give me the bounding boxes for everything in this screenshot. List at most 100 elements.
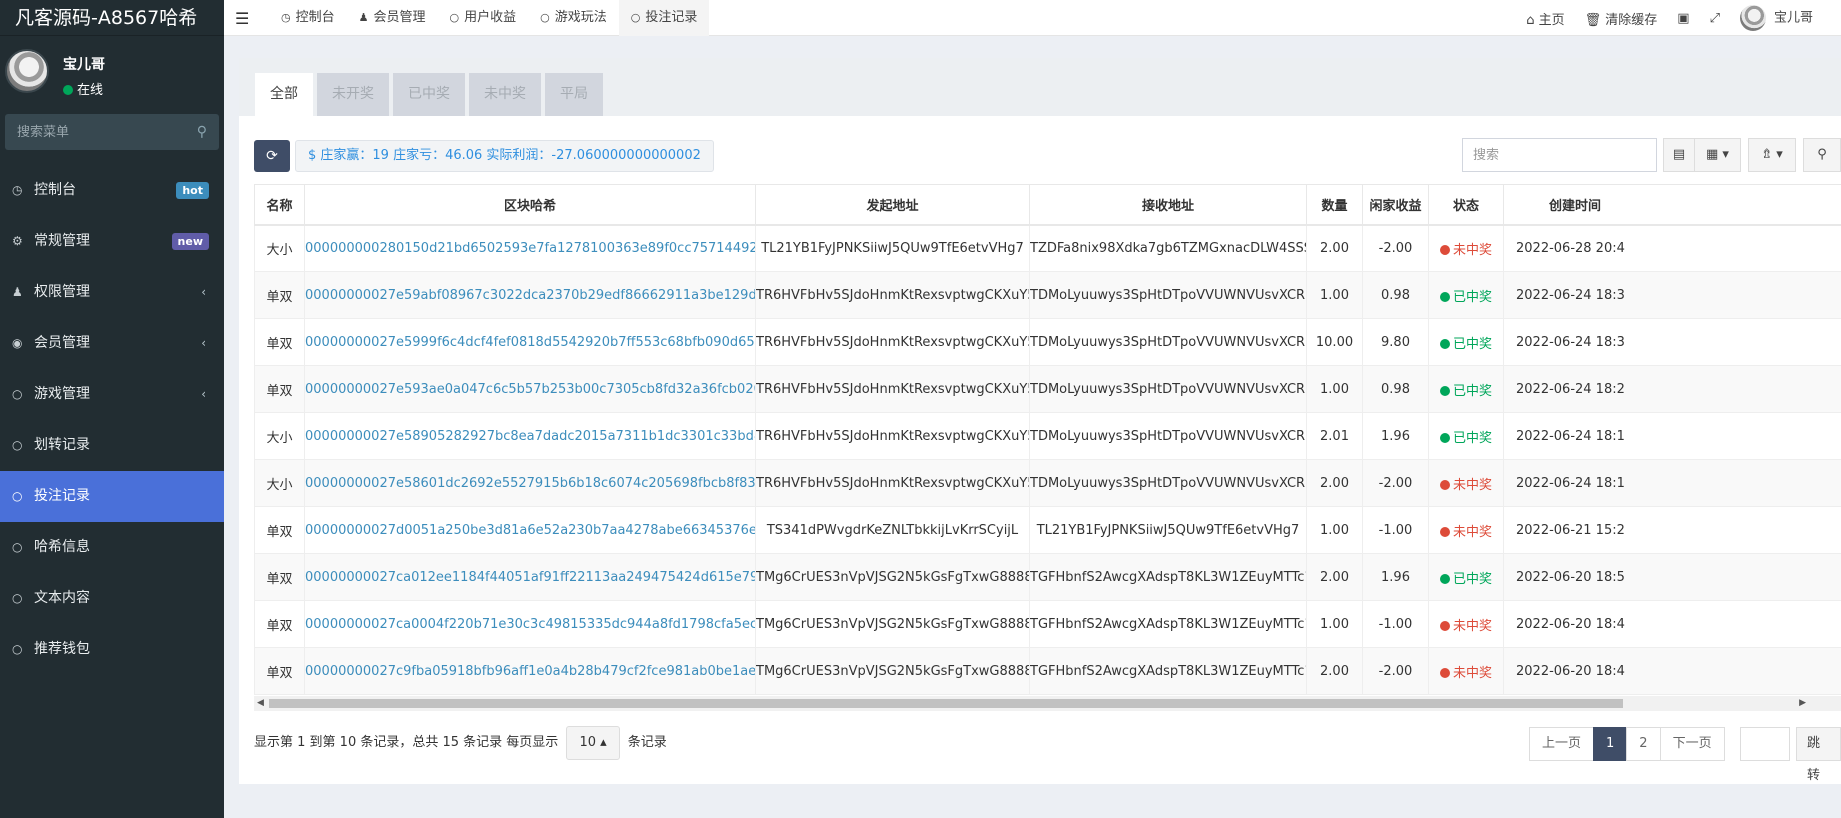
nav-tab[interactable]: ♟ 会员管理 xyxy=(347,0,438,36)
cell-block-hash[interactable]: 00000000027ca012ee1184f44051af91ff22113a… xyxy=(304,553,756,601)
sidebar-item[interactable]: ○ 划转记录 xyxy=(0,420,224,471)
cell-from-address: TMg6CrUES3nVpVJSG2N5kGsFgTxwG88888 xyxy=(755,647,1030,695)
sidebar-item-label: 游戏管理 xyxy=(34,386,90,402)
column-header[interactable]: 接收地址 xyxy=(1029,184,1307,226)
table-row[interactable]: 单双 00000000027c9fba05918bfb96aff1e0a4b28b… xyxy=(254,647,1841,695)
next-page-button[interactable]: 下一页 xyxy=(1659,727,1725,761)
cell-block-hash[interactable]: 000000000280150d21bd6502593e7fa127810036… xyxy=(304,224,756,272)
page-size-select[interactable]: 10 ▴ xyxy=(566,726,620,760)
home-link[interactable]: ⌂ 主页 xyxy=(1516,9,1574,28)
columns-button[interactable]: ▦ ▾ xyxy=(1694,138,1741,172)
table-row[interactable]: 大小 00000000027e58601dc2692e5527915b6b18c6… xyxy=(254,459,1841,507)
sidebar-item[interactable]: ○ 哈希信息 xyxy=(0,522,224,573)
cell-block-hash[interactable]: 00000000027d0051a250be3d81a6e52a230b7aa4… xyxy=(304,506,756,554)
table-row[interactable]: 大小 00000000027e58905282927bc8ea7dadc2015a… xyxy=(254,412,1841,460)
column-header[interactable]: 区块哈希 xyxy=(304,184,756,226)
column-header[interactable]: 闲家收益 xyxy=(1362,184,1429,226)
clear-cache-button[interactable]: 🗑 清除缓存 xyxy=(1575,9,1668,28)
menu-toggle-icon[interactable]: ☰ xyxy=(235,9,249,28)
table-row[interactable]: 单双 00000000027e593ae0a047c6c5b57b253b00c7… xyxy=(254,365,1841,413)
table-row[interactable]: 单双 00000000027ca0004f220b71e30c3c49815335… xyxy=(254,600,1841,648)
search-button[interactable]: ⚲ xyxy=(1803,138,1841,172)
filter-tab[interactable]: 全部 xyxy=(255,73,313,116)
column-header[interactable]: 发起地址 xyxy=(755,184,1030,226)
sidebar-item[interactable]: ○ 推荐钱包 xyxy=(0,624,224,675)
scroll-right-icon[interactable]: ▶ xyxy=(1799,696,1806,711)
table-row[interactable]: 大小 000000000280150d21bd6502593e7fa1278100… xyxy=(254,224,1841,272)
jump-button[interactable]: 跳转 xyxy=(1796,727,1841,783)
prev-page-button[interactable]: 上一页 xyxy=(1529,727,1595,761)
cell-to-address: TDMoLyuuwys3SpHtDTpoVVUWNVUsvXCRHt xyxy=(1029,459,1307,507)
table-row[interactable]: 单双 00000000027ca012ee1184f44051af91ff2211… xyxy=(254,553,1841,601)
nav-tab[interactable]: ○ 游戏玩法 xyxy=(528,0,619,36)
sidebar-item[interactable]: ○ 投注记录 xyxy=(0,471,224,522)
status-badge: 已中奖 xyxy=(1439,290,1492,305)
refresh-button[interactable]: ⟳ xyxy=(254,140,290,172)
page-1-button[interactable]: 1 xyxy=(1593,727,1628,761)
cell-created-at: 2022-06-20 18:4 xyxy=(1503,600,1841,648)
nav-tab[interactable]: ○ 用户收益 xyxy=(438,0,529,36)
sidebar-item[interactable]: ○ 游戏管理 ‹ xyxy=(0,369,224,420)
cell-created-at: 2022-06-24 18:1 xyxy=(1503,459,1841,507)
sidebar-search: ⚲ xyxy=(5,114,219,150)
table-row[interactable]: 单双 00000000027e5999f6c4dcf4fef0818d554292… xyxy=(254,318,1841,366)
status-dot-icon xyxy=(1439,573,1450,584)
circle-icon: ○ xyxy=(630,11,641,24)
nav-tab[interactable]: ◷ 控制台 xyxy=(269,0,347,36)
cell-created-at: 2022-06-24 18:2 xyxy=(1503,365,1841,413)
status-badge: 已中奖 xyxy=(1439,572,1492,587)
export-button[interactable]: ⇯ ▾ xyxy=(1748,138,1796,172)
table-search-input[interactable] xyxy=(1462,138,1657,172)
sidebar-item[interactable]: ◉ 会员管理 ‹ xyxy=(0,318,224,369)
jump-page-input[interactable] xyxy=(1740,727,1790,761)
user-menu-name: 宝儿哥 xyxy=(1773,10,1813,26)
sidebar-item[interactable]: ○ 文本内容 xyxy=(0,573,224,624)
filter-tab[interactable]: 未开奖 xyxy=(317,73,389,116)
column-header[interactable]: 创建时间 xyxy=(1503,184,1841,226)
user-menu[interactable]: 宝儿哥 xyxy=(1730,5,1841,31)
column-header[interactable]: 数量 xyxy=(1306,184,1363,226)
translate-button[interactable]: ▣ xyxy=(1667,11,1699,26)
cell-block-hash[interactable]: 00000000027ca0004f220b71e30c3c49815335dc… xyxy=(304,600,756,648)
sidebar-item-label: 哈希信息 xyxy=(34,539,90,555)
cell-block-hash[interactable]: 00000000027c9fba05918bfb96aff1e0a4b28b47… xyxy=(304,647,756,695)
filter-tab[interactable]: 已中奖 xyxy=(393,73,465,116)
column-header[interactable]: 状态 xyxy=(1428,184,1504,226)
nav-tab[interactable]: ○ 投注记录 xyxy=(618,0,710,36)
brand-logo[interactable]: 凡客源码-A8567哈希 xyxy=(0,0,224,36)
fullscreen-button[interactable]: ⤢ xyxy=(1700,11,1730,26)
cell-player-profit: -1.00 xyxy=(1362,600,1429,648)
column-header[interactable]: 名称 xyxy=(254,184,305,226)
cell-block-hash[interactable]: 00000000027e593ae0a047c6c5b57b253b00c730… xyxy=(304,365,756,413)
toggle-view-button[interactable]: ▤ xyxy=(1663,138,1695,172)
cell-name: 大小 xyxy=(254,224,305,272)
nav-tabs: ◷ 控制台 ♟ 会员管理 ○ 用户收益 ○ 游戏玩法 ○ 投注记录 xyxy=(269,0,710,36)
scroll-left-icon[interactable]: ◀ xyxy=(257,696,264,711)
sidebar-item[interactable]: ⚙ 常规管理 new xyxy=(0,216,224,267)
table-row[interactable]: 单双 00000000027d0051a250be3d81a6e52a230b7a… xyxy=(254,506,1841,554)
cell-block-hash[interactable]: 00000000027e59abf08967c3022dca2370b29edf… xyxy=(304,271,756,319)
sidebar: 凡客源码-A8567哈希 宝儿哥 在线 ⚲ ◷ 控制台 hot ⚙ 常规管理 new ♟ 权限… xyxy=(0,0,224,818)
page-2-button[interactable]: 2 xyxy=(1626,727,1661,761)
filter-tab[interactable]: 平局 xyxy=(545,73,603,116)
cell-block-hash[interactable]: 00000000027e58601dc2692e5527915b6b18c607… xyxy=(304,459,756,507)
export-icon: ⇯ ▾ xyxy=(1761,147,1783,162)
search-icon[interactable]: ⚲ xyxy=(197,124,207,140)
cell-from-address: TR6HVFbHv5SJdoHnmKtRexsvptwgCKXuY5 xyxy=(755,459,1030,507)
sidebar-item-label: 常规管理 xyxy=(34,233,90,249)
cell-to-address: TDMoLyuuwys3SpHtDTpoVVUWNVUsvXCRHt xyxy=(1029,365,1307,413)
status-text: 未中奖 xyxy=(1452,524,1492,540)
cell-block-hash[interactable]: 00000000027e58905282927bc8ea7dadc2015a73… xyxy=(304,412,756,460)
cell-block-hash[interactable]: 00000000027e5999f6c4dcf4fef0818d5542920b… xyxy=(304,318,756,366)
horizontal-scrollbar[interactable]: ◀ ▶ xyxy=(254,696,1841,711)
sidebar-search-input[interactable] xyxy=(5,114,219,150)
sidebar-item[interactable]: ♟ 权限管理 ‹ xyxy=(0,267,224,318)
sidebar-item[interactable]: ◷ 控制台 hot xyxy=(0,165,224,216)
table-row[interactable]: 单双 00000000027e59abf08967c3022dca2370b29e… xyxy=(254,271,1841,319)
cell-player-profit: 9.80 xyxy=(1362,318,1429,366)
status-text: 已中奖 xyxy=(1452,336,1492,352)
filter-tab[interactable]: 未中奖 xyxy=(469,73,541,116)
scrollbar-thumb[interactable] xyxy=(269,699,1623,708)
cell-amount: 2.00 xyxy=(1306,459,1363,507)
cell-status: 未中奖 xyxy=(1428,647,1504,695)
